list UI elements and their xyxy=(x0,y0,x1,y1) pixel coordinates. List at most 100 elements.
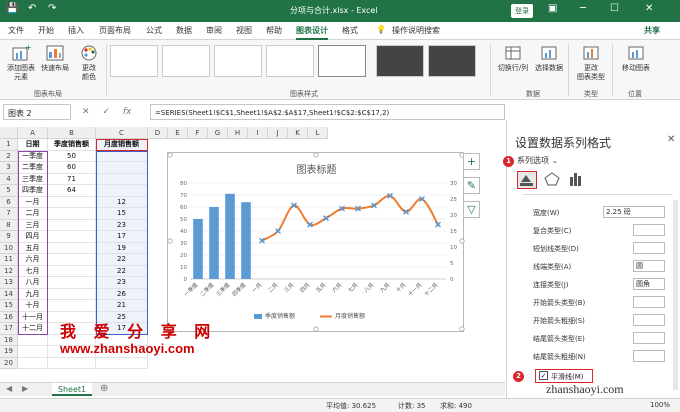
table-cell[interactable] xyxy=(96,357,148,369)
table-cell[interactable]: 15 xyxy=(96,208,148,220)
row-header[interactable]: 3 xyxy=(0,162,18,174)
zoom-level[interactable]: 100% xyxy=(650,401,670,409)
row-header[interactable]: 19 xyxy=(0,346,18,358)
table-cell[interactable]: 二月 xyxy=(18,208,48,220)
table-cell[interactable]: 19 xyxy=(96,242,148,254)
table-cell[interactable] xyxy=(48,265,96,277)
table-cell[interactable]: 十一月 xyxy=(18,311,48,323)
table-cell[interactable]: 一月 xyxy=(18,196,48,208)
row-header[interactable]: 7 xyxy=(0,208,18,220)
switch-row-column-button[interactable]: 切换行/列 xyxy=(496,44,530,73)
tab-home[interactable]: 开始 xyxy=(38,25,54,36)
tell-me-search[interactable]: 操作说明搜索 xyxy=(392,25,440,36)
smooth-line-checkbox[interactable]: ✓ xyxy=(539,371,548,380)
table-cell[interactable] xyxy=(48,300,96,312)
chart-style-2[interactable] xyxy=(162,45,210,77)
column-header[interactable]: G xyxy=(208,127,228,139)
pane-close-icon[interactable]: ✕ xyxy=(667,134,675,145)
select-all-corner[interactable] xyxy=(0,127,18,139)
table-cell[interactable]: 五月 xyxy=(18,242,48,254)
chart-filters-button[interactable]: ▽ xyxy=(463,201,480,218)
tab-file[interactable]: 文件 xyxy=(8,25,24,36)
series-options-icon[interactable] xyxy=(567,171,587,189)
column-header[interactable]: L xyxy=(308,127,328,139)
tab-format[interactable]: 格式 xyxy=(342,25,358,36)
row-header[interactable]: 8 xyxy=(0,219,18,231)
row-header[interactable]: 6 xyxy=(0,196,18,208)
row-header[interactable]: 10 xyxy=(0,242,18,254)
table-cell[interactable] xyxy=(96,162,148,174)
chart-area[interactable]: 图表标题 0 10 20 30 40 50 60 70 80 0 5 10 15 20 25 30 一季度 二季度三… xyxy=(167,152,465,332)
table-cell[interactable]: 71 xyxy=(48,173,96,185)
table-cell[interactable]: 日期 xyxy=(18,139,48,151)
end-arrow-size-select[interactable] xyxy=(633,350,665,362)
add-chart-element-button[interactable]: + 添加图表 元素 xyxy=(4,44,38,82)
table-cell[interactable] xyxy=(48,219,96,231)
pane-scrollbar[interactable] xyxy=(673,200,678,390)
chart-style-6[interactable] xyxy=(376,45,424,77)
column-header[interactable]: J xyxy=(268,127,288,139)
table-cell[interactable] xyxy=(48,277,96,289)
table-cell[interactable]: 23 xyxy=(96,219,148,231)
effects-icon[interactable] xyxy=(543,171,563,189)
dash-type-select[interactable] xyxy=(633,242,665,254)
row-header[interactable]: 9 xyxy=(0,231,18,243)
table-cell[interactable]: 七月 xyxy=(18,265,48,277)
series-options-dropdown[interactable]: 系列选项 ⌄ xyxy=(517,155,558,166)
chart-style-3[interactable] xyxy=(214,45,262,77)
width-input[interactable]: 2.25 磅 xyxy=(603,206,665,218)
tab-insert[interactable]: 插入 xyxy=(68,25,84,36)
formula-input[interactable]: =SERIES(Sheet1!$C$1,Sheet1!$A$2:$A$17,Sh… xyxy=(150,104,505,120)
table-cell[interactable] xyxy=(48,196,96,208)
select-data-button[interactable]: 选择数据 xyxy=(532,44,566,73)
cancel-icon[interactable]: ✕ xyxy=(82,107,90,117)
table-cell[interactable] xyxy=(96,173,148,185)
smooth-line-checkbox-row[interactable]: ✓ 平滑线(M) xyxy=(535,369,593,383)
undo-icon[interactable]: ↶ xyxy=(28,3,36,14)
table-cell[interactable]: 23 xyxy=(96,277,148,289)
column-header[interactable]: A xyxy=(18,127,48,139)
tab-page-layout[interactable]: 页面布局 xyxy=(99,25,131,36)
enter-icon[interactable]: ✓ xyxy=(102,107,110,117)
row-header[interactable]: 2 xyxy=(0,150,18,162)
table-cell[interactable]: 八月 xyxy=(18,277,48,289)
column-header[interactable]: B xyxy=(48,127,96,139)
row-header[interactable]: 13 xyxy=(0,277,18,289)
name-box[interactable]: 图表 2 xyxy=(3,104,71,120)
table-cell[interactable]: 12 xyxy=(96,196,148,208)
cap-type-select[interactable]: 圆 xyxy=(633,260,665,272)
chart-style-1[interactable] xyxy=(110,45,158,77)
column-header[interactable]: F xyxy=(188,127,208,139)
table-cell[interactable]: 九月 xyxy=(18,288,48,300)
chart-style-4[interactable] xyxy=(266,45,314,77)
table-cell[interactable]: 四季度 xyxy=(18,185,48,197)
row-header[interactable]: 17 xyxy=(0,323,18,335)
table-cell[interactable]: 60 xyxy=(48,162,96,174)
begin-arrow-type-select[interactable] xyxy=(633,296,665,308)
login-button[interactable]: 登录 xyxy=(511,4,533,18)
table-cell[interactable]: 四月 xyxy=(18,231,48,243)
table-cell[interactable]: 一季度 xyxy=(18,150,48,162)
sheet-tab[interactable]: Sheet1 xyxy=(52,383,92,396)
fill-line-icon[interactable] xyxy=(517,171,537,189)
row-header[interactable]: 14 xyxy=(0,288,18,300)
table-cell[interactable]: 二季度 xyxy=(18,162,48,174)
table-cell[interactable]: 21 xyxy=(96,300,148,312)
tab-formulas[interactable]: 公式 xyxy=(146,25,162,36)
quick-layout-button[interactable]: 快速布局 xyxy=(38,44,72,73)
table-cell[interactable] xyxy=(48,288,96,300)
maximize-icon[interactable]: ☐ xyxy=(610,3,619,14)
move-chart-button[interactable]: 移动图表 xyxy=(618,44,654,73)
table-cell[interactable] xyxy=(18,346,48,358)
column-header[interactable]: D xyxy=(148,127,168,139)
close-icon[interactable]: ✕ xyxy=(645,3,653,14)
prev-sheet-icon[interactable]: ◀ xyxy=(6,384,12,393)
table-cell[interactable] xyxy=(48,242,96,254)
table-cell[interactable]: 22 xyxy=(96,254,148,266)
table-cell[interactable]: 三月 xyxy=(18,219,48,231)
table-cell[interactable]: 三季度 xyxy=(18,173,48,185)
chart-style-7[interactable] xyxy=(428,45,476,77)
table-cell[interactable]: 十二月 xyxy=(18,323,48,335)
chart-styles-button[interactable]: ✎ xyxy=(463,177,480,194)
row-header[interactable]: 12 xyxy=(0,265,18,277)
